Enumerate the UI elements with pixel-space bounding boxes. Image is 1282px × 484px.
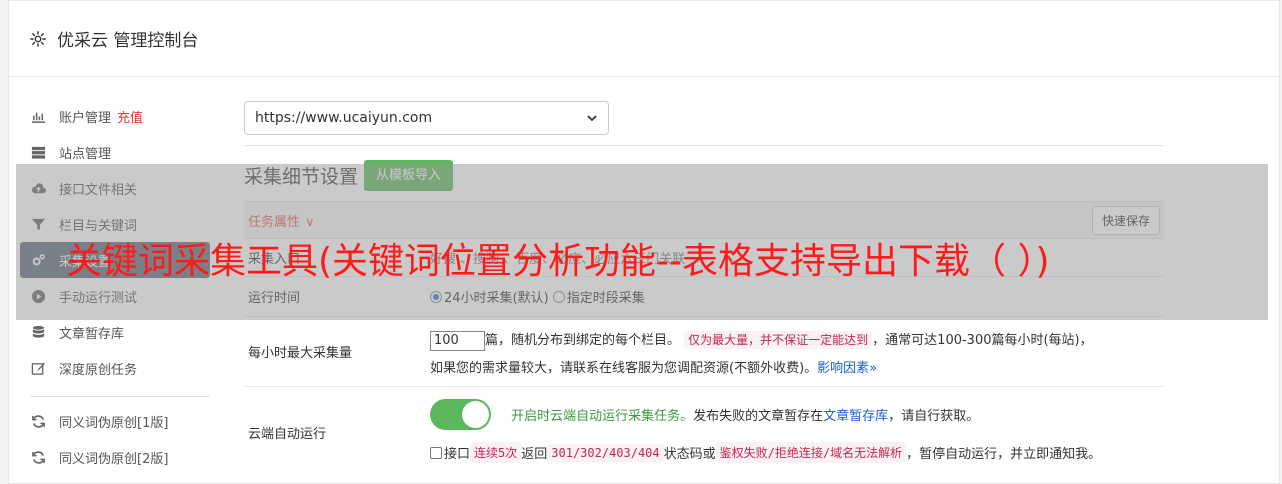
max-text-1: 篇，随机分布到绑定的每个栏目。 — [485, 333, 681, 348]
cloud-auto-run-label: 云端自动运行 — [248, 426, 327, 442]
sidebar-item-label: 文章暂存库 — [59, 326, 125, 342]
sidebar-item-synonym-v1[interactable]: 同义词伪原创[1版] — [20, 403, 210, 439]
sidebar-item-synonym-v2[interactable]: 同义词伪原创[2版] — [20, 439, 210, 475]
cloud-auto-run-row: 云端自动运行 开启时云端自动运行采集任务。发布失败的文章暂存在文章暂存库，请自行… — [244, 387, 1164, 477]
cloud-auto-run-toggle[interactable] — [430, 399, 491, 430]
sidebar-item-label: 深度原创任务 — [59, 362, 138, 378]
refresh-icon — [30, 449, 46, 465]
notify-option: 接口 连续5次 返回 301/302/403/404 状态码或 鉴权失败/拒绝连… — [430, 442, 1164, 463]
sidebar-item-label: 站点管理 — [59, 146, 112, 162]
influence-factors-link[interactable]: 影响因素» — [817, 361, 877, 376]
recharge-link[interactable]: 充值 — [117, 107, 143, 126]
sidebar-item-label: 账户管理 — [59, 110, 112, 126]
max-text-2: ，通常可达100-300篇每小时(每站)， — [872, 333, 1093, 348]
refresh-icon — [30, 413, 46, 429]
sidebar-item-label: 同义词伪原创[1版] — [59, 415, 169, 431]
max-highlight: 仅为最大量，并不保证一定能达到 — [684, 331, 873, 349]
chevron-down-icon — [586, 112, 598, 124]
article-store-link[interactable]: 文章暂存库 — [823, 409, 888, 424]
max-per-hour-row: 每小时最大采集量 100 篇，随机分布到绑定的每个栏目。 仅为最大量，并不保证一定… — [244, 317, 1164, 387]
site-select[interactable]: https://www.ucaiyun.com — [244, 101, 609, 135]
overlay-banner-text: 关键词采集工具(关键词位置分析功能--表格支持导出下载（ ）) — [66, 241, 1050, 282]
sidebar-item-deep-original[interactable]: 深度原创任务 — [20, 350, 210, 386]
notify-checkbox[interactable] — [430, 446, 442, 459]
server-icon — [30, 144, 46, 160]
sidebar-divider — [30, 396, 210, 397]
divider — [244, 145, 1164, 146]
panel-header: 优采云 管理控制台 — [9, 1, 1279, 77]
sidebar-item-account[interactable]: 账户管理 充值 — [20, 98, 210, 134]
database-icon — [30, 324, 46, 340]
page-title: 优采云 管理控制台 — [57, 31, 199, 51]
max-per-hour-input[interactable]: 100 — [430, 330, 485, 351]
max-per-hour-label: 每小时最大采集量 — [248, 346, 353, 361]
max-text-3: 如果您的需求量较大，请联系在线客服为您调配资源(不额外收费)。 — [430, 361, 818, 376]
gear-icon — [29, 30, 47, 48]
site-select-value: https://www.ucaiyun.com — [255, 110, 433, 126]
edit-icon — [30, 360, 46, 376]
sidebar-item-label: 同义词伪原创[2版] — [59, 451, 169, 467]
cloud-note: 开启时云端自动运行采集任务。发布失败的文章暂存在文章暂存库，请自行获取。 — [511, 409, 980, 424]
bar-chart-icon — [30, 108, 46, 124]
